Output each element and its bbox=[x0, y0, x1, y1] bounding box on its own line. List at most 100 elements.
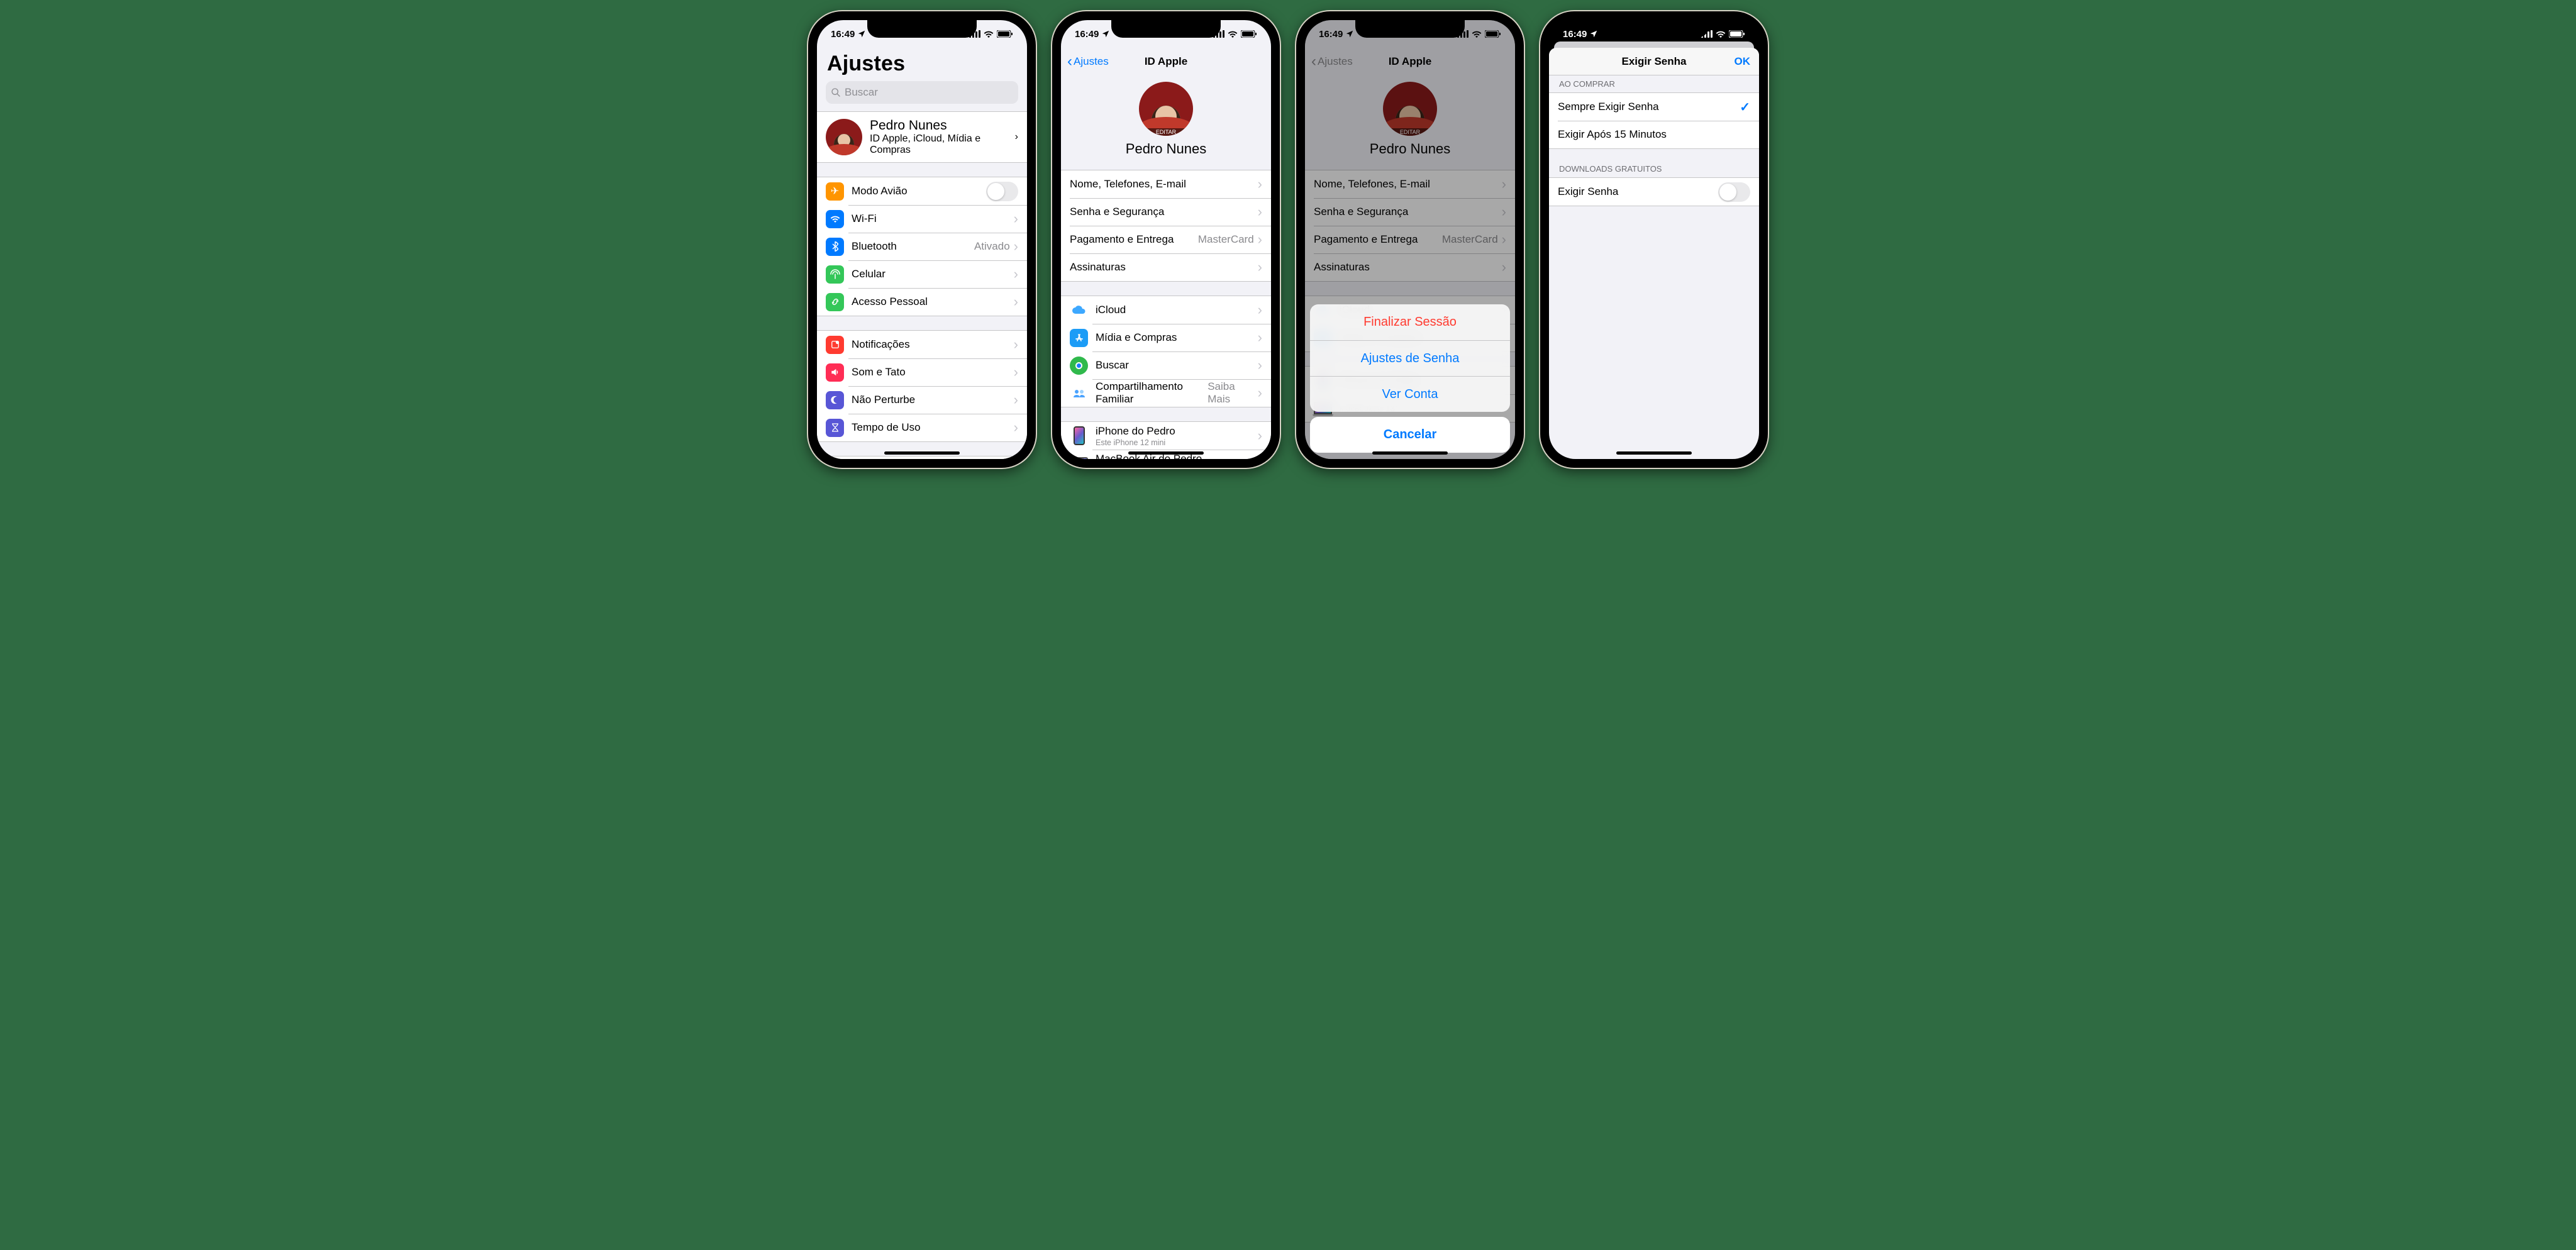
payment-row[interactable]: Pagamento e EntregaMasterCard› bbox=[1061, 226, 1271, 253]
airplane-label: Modo Avião bbox=[852, 185, 986, 197]
status-time: 16:49 bbox=[1563, 29, 1587, 40]
wifi-icon bbox=[1716, 30, 1726, 38]
chevron-right-icon: › bbox=[1258, 204, 1262, 220]
status-time: 16:49 bbox=[831, 29, 855, 40]
media-row[interactable]: Mídia e Compras› bbox=[1061, 324, 1271, 351]
back-button[interactable]: ‹Ajustes bbox=[1067, 54, 1109, 69]
hotspot-row[interactable]: Acesso Pessoal › bbox=[817, 288, 1027, 316]
home-indicator[interactable] bbox=[884, 451, 960, 455]
sounds-row[interactable]: Som e Tato › bbox=[817, 358, 1027, 386]
chevron-right-icon: › bbox=[1014, 211, 1018, 227]
wifi-label: Wi-Fi bbox=[852, 213, 1014, 225]
require-password-switch[interactable] bbox=[1718, 182, 1750, 202]
notch bbox=[1599, 20, 1709, 38]
screen-require-password: 16:49 Exigir Senha OK AO COMPRAR Sempre … bbox=[1549, 20, 1759, 459]
battery-icon bbox=[1485, 30, 1501, 38]
family-row[interactable]: Compartilhamento FamiliarSaiba Mais› bbox=[1061, 379, 1271, 407]
sounds-label: Som e Tato bbox=[852, 366, 1014, 379]
notch bbox=[1111, 20, 1221, 38]
account-group: Nome, Telefones, E-mail› Senha e Seguran… bbox=[1061, 170, 1271, 282]
done-button[interactable]: OK bbox=[1735, 55, 1751, 68]
battery-icon bbox=[997, 30, 1013, 38]
device-name: iPhone do Pedro bbox=[1096, 425, 1258, 438]
row-label: Compartilhamento Familiar bbox=[1096, 380, 1208, 406]
location-arrow-icon bbox=[1101, 30, 1110, 38]
sheet-signout-button[interactable]: Finalizar Sessão bbox=[1310, 304, 1510, 340]
subscriptions-row[interactable]: Assinaturas› bbox=[1061, 253, 1271, 281]
general-row[interactable]: Geral › bbox=[817, 456, 1027, 459]
services-group: iCloud› Mídia e Compras› Buscar› Compart… bbox=[1061, 296, 1271, 407]
name-phone-row[interactable]: Nome, Telefones, E-mail› bbox=[1061, 170, 1271, 198]
connectivity-group: ✈︎ Modo Avião Wi-Fi › Bluetooth Ativado … bbox=[817, 177, 1027, 316]
device-sub: Este iPhone 12 mini bbox=[1096, 438, 1258, 447]
dnd-label: Não Perturbe bbox=[852, 394, 1014, 406]
chevron-right-icon: › bbox=[1258, 428, 1262, 444]
chevron-right-icon: › bbox=[1014, 266, 1018, 282]
notifications-label: Notificações bbox=[852, 338, 1014, 351]
home-indicator[interactable] bbox=[1372, 451, 1448, 455]
require-after-15-row[interactable]: Exigir Após 15 Minutos bbox=[1549, 121, 1759, 148]
wifi-icon bbox=[1472, 30, 1482, 38]
row-label: Mídia e Compras bbox=[1096, 331, 1258, 344]
profile-name: Pedro Nunes bbox=[870, 118, 1015, 133]
home-indicator[interactable] bbox=[1128, 451, 1204, 455]
nav-bar: ‹Ajustes ID Apple bbox=[1061, 48, 1271, 75]
alerts-group: Notificações › Som e Tato › Não Perturbe… bbox=[817, 330, 1027, 442]
bluetooth-detail: Ativado bbox=[974, 240, 1010, 253]
chevron-right-icon: › bbox=[1014, 238, 1018, 255]
chevron-right-icon: › bbox=[1014, 392, 1018, 408]
antenna-icon bbox=[826, 265, 844, 284]
avatar-large[interactable]: EDITAR bbox=[1139, 82, 1193, 136]
airplane-mode-row[interactable]: ✈︎ Modo Avião bbox=[817, 177, 1027, 205]
cellular-row[interactable]: Celular › bbox=[817, 260, 1027, 288]
modal-card: Exigir Senha OK AO COMPRAR Sempre Exigir… bbox=[1549, 48, 1759, 459]
password-security-row[interactable]: Senha e Segurança› bbox=[1061, 198, 1271, 226]
location-arrow-icon bbox=[857, 30, 866, 38]
notifications-row[interactable]: Notificações › bbox=[817, 331, 1027, 358]
chevron-right-icon: › bbox=[1014, 364, 1018, 380]
dnd-row[interactable]: Não Perturbe › bbox=[817, 386, 1027, 414]
sheet-password-settings-button[interactable]: Ajustes de Senha bbox=[1310, 340, 1510, 376]
phone-1: 16:49 Ajustes Buscar Pedro Nunes ID Appl… bbox=[808, 11, 1036, 468]
bluetooth-row[interactable]: Bluetooth Ativado › bbox=[817, 233, 1027, 260]
findmy-icon bbox=[1070, 357, 1088, 375]
appstore-icon bbox=[1070, 329, 1088, 347]
section-header-purchase: AO COMPRAR bbox=[1549, 75, 1759, 92]
sheet-cancel-button[interactable]: Cancelar bbox=[1310, 417, 1510, 453]
row-label: Sempre Exigir Senha bbox=[1558, 101, 1740, 113]
search-input[interactable]: Buscar bbox=[826, 81, 1018, 104]
findmy-row[interactable]: Buscar› bbox=[1061, 351, 1271, 379]
status-time: 16:49 bbox=[1075, 29, 1099, 40]
notch bbox=[867, 20, 977, 38]
modal-title: Exigir Senha bbox=[1549, 55, 1759, 68]
avatar-edit-badge: EDITAR bbox=[1139, 128, 1193, 136]
chevron-right-icon: › bbox=[1014, 336, 1018, 353]
home-indicator[interactable] bbox=[1616, 451, 1692, 455]
apple-id-row[interactable]: Pedro Nunes ID Apple, iCloud, Mídia e Co… bbox=[817, 111, 1027, 163]
hourglass-icon bbox=[826, 419, 844, 437]
require-password-row[interactable]: Exigir Senha bbox=[1549, 178, 1759, 206]
bell-icon bbox=[826, 336, 844, 354]
icloud-row[interactable]: iCloud› bbox=[1061, 296, 1271, 324]
sheet-view-account-button[interactable]: Ver Conta bbox=[1310, 376, 1510, 412]
wifi-row[interactable]: Wi-Fi › bbox=[817, 205, 1027, 233]
screentime-row[interactable]: Tempo de Uso › bbox=[817, 414, 1027, 441]
appleid-scroll[interactable]: EDITAR Pedro Nunes Nome, Telefones, E-ma… bbox=[1061, 75, 1271, 459]
always-require-row[interactable]: Sempre Exigir Senha ✓ bbox=[1549, 93, 1759, 121]
free-group: Exigir Senha bbox=[1549, 177, 1759, 206]
search-placeholder: Buscar bbox=[845, 86, 878, 99]
airplane-switch[interactable] bbox=[986, 182, 1018, 201]
row-label: Buscar bbox=[1096, 359, 1258, 372]
location-arrow-icon bbox=[1589, 30, 1598, 38]
chevron-right-icon: › bbox=[1015, 131, 1018, 143]
check-icon: ✓ bbox=[1740, 99, 1750, 115]
chevron-right-icon: › bbox=[1258, 231, 1262, 248]
status-time: 16:49 bbox=[1319, 29, 1343, 40]
purchase-group: Sempre Exigir Senha ✓ Exigir Após 15 Min… bbox=[1549, 92, 1759, 149]
settings-scroll[interactable]: Ajustes Buscar Pedro Nunes ID Apple, iCl… bbox=[817, 48, 1027, 459]
wifi-row-icon bbox=[826, 210, 844, 228]
device-iphone-row[interactable]: iPhone do PedroEste iPhone 12 mini › bbox=[1061, 422, 1271, 450]
moon-icon bbox=[826, 391, 844, 409]
cloud-icon bbox=[1070, 301, 1088, 319]
macbook-icon bbox=[1070, 452, 1088, 459]
